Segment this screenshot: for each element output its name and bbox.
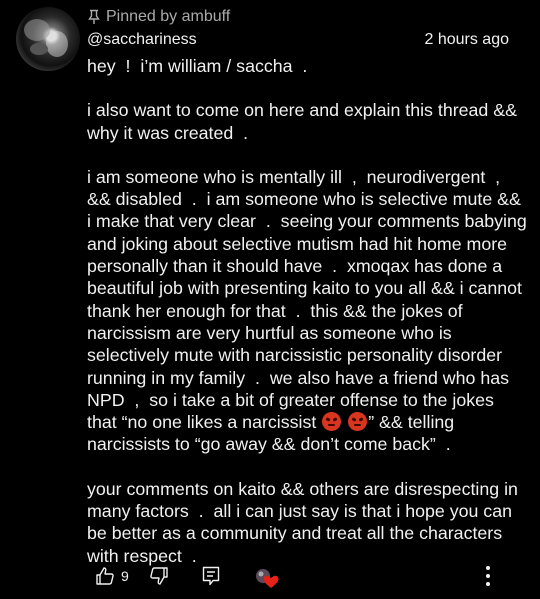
comment-avatar[interactable] (16, 7, 80, 71)
like-count: 9 (121, 568, 129, 584)
creator-heart[interactable] (255, 568, 279, 590)
pinned-text: Pinned by ambuff (106, 8, 231, 25)
creator-heart-icon (255, 568, 279, 590)
dislike-button[interactable] (149, 566, 169, 586)
thumbs-up-icon (95, 566, 115, 586)
comment-paragraph: i also want to come on here and explain … (87, 100, 522, 143)
comment-actions: 9 (87, 566, 507, 592)
angry-face-emoji (348, 412, 368, 432)
comment-text-segment: i am someone who is mentally ill , neuro… (87, 166, 532, 433)
pinned-label: Pinned by ambuff (87, 7, 230, 27)
comment-author[interactable]: @sacchariness (87, 31, 197, 49)
comment-paragraph: your comments on kaito && others are dis… (87, 478, 523, 566)
more-options-button[interactable] (485, 564, 491, 593)
angry-face-emoji (322, 412, 342, 432)
pin-icon (87, 9, 101, 25)
more-vertical-icon (485, 566, 491, 592)
comment-timestamp[interactable]: 2 hours ago (424, 31, 509, 49)
reply-icon (202, 566, 220, 586)
like-button[interactable]: 9 (95, 566, 129, 586)
comment-paragraph: i am someone who is mentally ill , neuro… (87, 166, 527, 456)
comment-body: hey ! i’m william / saccha . i also want… (87, 55, 527, 567)
comment-paragraph: hey ! i’m william / saccha . (87, 56, 308, 76)
thumbs-down-icon (149, 566, 169, 586)
reply-button[interactable] (202, 566, 220, 586)
